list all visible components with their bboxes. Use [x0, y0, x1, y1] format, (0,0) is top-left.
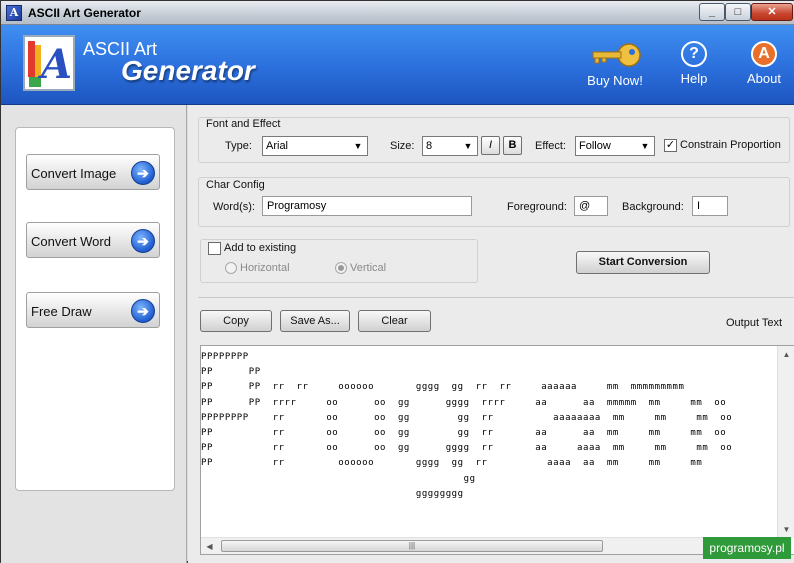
start-conversion-button[interactable]: Start Conversion — [576, 251, 710, 274]
constrain-checkbox[interactable]: ✓ — [664, 139, 677, 152]
nav-box: Convert Image ➔ Convert Word ➔ Free Draw… — [15, 127, 175, 491]
font-size-select[interactable]: 8 ▼ — [422, 136, 478, 156]
effect-label: Effect: — [535, 140, 566, 152]
horizontal-scrollbar[interactable]: ◀ ||| ▶ — [201, 537, 779, 554]
left-panel: Convert Image ➔ Convert Word ➔ Free Draw… — [1, 105, 187, 563]
clear-button[interactable]: Clear — [358, 310, 431, 332]
font-type-select[interactable]: Arial ▼ — [262, 136, 368, 156]
convert-word-label: Convert Word — [31, 234, 111, 249]
help-label: Help — [680, 71, 708, 86]
about-label: About — [747, 71, 781, 86]
foreground-input[interactable]: @ — [574, 196, 608, 216]
chevron-down-icon: ▼ — [353, 141, 363, 151]
chevron-down-icon: ▼ — [640, 141, 650, 151]
window-title: ASCII Art Generator — [28, 6, 141, 20]
app-icon: A — [6, 5, 22, 21]
help-button[interactable]: ? Help — [677, 41, 711, 86]
effect-value: Follow — [579, 140, 611, 152]
add-existing-checkbox[interactable] — [208, 242, 221, 255]
main-panel: Font and Effect Type: Arial ▼ Size: 8 ▼ … — [188, 105, 794, 563]
minimize-button[interactable]: _ — [699, 3, 725, 21]
arrow-right-icon: ➔ — [131, 299, 155, 323]
char-config-group-label: Char Config — [206, 179, 265, 191]
brand-title-main: Generator — [121, 55, 255, 86]
divider — [198, 297, 794, 298]
foreground-label: Foreground: — [507, 201, 567, 213]
vertical-label: Vertical — [350, 262, 387, 274]
copy-button[interactable]: Copy — [200, 310, 272, 332]
type-label: Type: — [225, 140, 252, 152]
background-label: Background: — [622, 201, 684, 213]
words-label: Word(s): — [213, 201, 255, 213]
app-logo: A — [23, 35, 75, 91]
watermark: programosy.pl — [703, 537, 791, 559]
header-banner: A ASCII Art Generator Buy Now! ? Help A … — [1, 25, 794, 105]
scroll-up-icon[interactable]: ▲ — [778, 346, 794, 363]
output-textarea[interactable]: PPPPPPPP PP PP PP PP rr rr oooooo gggg g… — [200, 345, 794, 555]
key-icon — [587, 41, 643, 69]
vertical-radio[interactable] — [335, 262, 347, 274]
arrow-right-icon: ➔ — [131, 229, 155, 253]
italic-button[interactable]: I — [481, 136, 500, 155]
output-text: PPPPPPPP PP PP PP PP rr rr oooooo gggg g… — [201, 352, 733, 499]
scroll-left-icon[interactable]: ◀ — [201, 538, 218, 554]
scroll-down-icon[interactable]: ▼ — [778, 521, 794, 538]
horizontal-radio[interactable] — [225, 262, 237, 274]
font-effect-group-label: Font and Effect — [206, 118, 281, 130]
maximize-button[interactable]: □ — [725, 3, 751, 21]
font-size-value: 8 — [426, 140, 433, 152]
free-draw-label: Free Draw — [31, 304, 92, 319]
scroll-thumb[interactable]: ||| — [221, 540, 603, 552]
bold-button[interactable]: B — [503, 136, 522, 155]
convert-image-label: Convert Image — [31, 166, 117, 181]
free-draw-button[interactable]: Free Draw ➔ — [26, 292, 160, 328]
buy-now-label: Buy Now! — [587, 73, 643, 88]
close-button[interactable]: ✕ — [751, 3, 793, 21]
title-bar[interactable]: A ASCII Art Generator _ □ ✕ — [1, 1, 794, 25]
about-icon: A — [751, 41, 777, 67]
chevron-down-icon: ▼ — [463, 141, 473, 151]
output-text-label: Output Text — [726, 317, 783, 329]
effect-select[interactable]: Follow ▼ — [575, 136, 655, 156]
background-input[interactable]: I — [692, 196, 728, 216]
words-input[interactable]: Programosy — [262, 196, 472, 216]
convert-image-button[interactable]: Convert Image ➔ — [26, 154, 160, 190]
vertical-scrollbar[interactable]: ▲ ▼ — [777, 346, 794, 538]
app-window: A ASCII Art Generator _ □ ✕ A ASCII Art … — [0, 0, 794, 563]
buy-now-button[interactable]: Buy Now! — [583, 41, 647, 88]
font-type-value: Arial — [266, 140, 289, 152]
help-icon: ? — [681, 41, 707, 67]
arrow-right-icon: ➔ — [131, 161, 155, 185]
add-existing-label: Add to existing — [224, 242, 297, 254]
save-as-button[interactable]: Save As... — [280, 310, 350, 332]
about-button[interactable]: A About — [743, 41, 785, 86]
constrain-label: Constrain Proportion — [680, 139, 781, 151]
horizontal-label: Horizontal — [240, 262, 290, 274]
size-label: Size: — [390, 140, 415, 152]
convert-word-button[interactable]: Convert Word ➔ — [26, 222, 160, 258]
